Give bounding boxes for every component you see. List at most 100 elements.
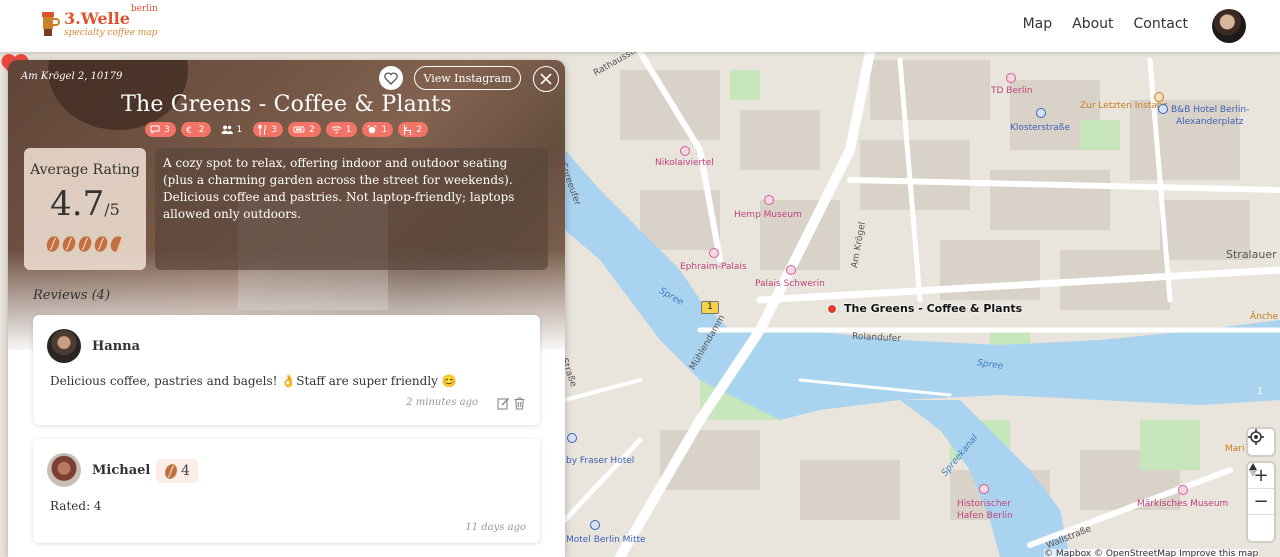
coffee-cup-icon	[40, 10, 60, 38]
main-nav: Map About Contact	[1003, 16, 1188, 32]
rating-value: 4.7	[50, 184, 105, 224]
zoom-out-button[interactable]: −	[1248, 489, 1274, 515]
favorite-button[interactable]	[379, 66, 403, 90]
review-rating-value: 4	[181, 463, 190, 479]
reviewer-avatar	[47, 453, 81, 487]
cutlery-icon	[258, 124, 267, 135]
coffee-bean-icon	[165, 463, 177, 479]
map-label-fraser-hotel: by Fraser Hotel	[566, 456, 635, 466]
map-label-hemp-museum: Hemp Museum	[734, 210, 802, 220]
rating-max: /5	[104, 200, 120, 219]
cafe-address: Am Krögel 2, 10179	[21, 71, 123, 82]
alarm-icon	[367, 125, 378, 134]
badge-food-value: 3	[271, 124, 277, 135]
museum-marker-icon[interactable]	[1178, 485, 1188, 495]
rating-score: 4.7/5	[24, 184, 146, 224]
reviewer-name: Hanna	[92, 339, 141, 354]
hotel-marker-icon[interactable]	[567, 433, 577, 443]
map-label-motel-one: Motel Berlin Mitte	[566, 535, 646, 545]
badge-seating-value: 2	[309, 124, 315, 135]
trash-icon	[514, 397, 525, 410]
badge-price-value: 2	[198, 124, 205, 135]
coffee-bean-icon	[46, 236, 60, 252]
map-label-ephraim-palais: Ephraim-Palais	[680, 262, 747, 272]
hotel-marker-icon[interactable]	[590, 520, 600, 530]
badge-chair: 2	[398, 122, 428, 137]
transit-stop-icon[interactable]	[1036, 108, 1046, 118]
chair-icon	[404, 124, 412, 135]
museum-marker-icon[interactable]	[709, 248, 719, 258]
route-shield-badge: 1	[701, 301, 719, 314]
heart-icon	[384, 71, 398, 85]
cafe-detail-panel: Am Krögel 2, 10179 View Instagram The Gr…	[8, 60, 565, 557]
map-attribution[interactable]: © Mapbox © OpenStreetMap Improve this ma…	[1044, 549, 1259, 557]
nav-contact-link[interactable]: Contact	[1134, 16, 1188, 32]
cluster-count: 1	[1256, 386, 1264, 397]
amenity-badges: 3 € 2 1 3 2 1 1 2	[8, 122, 565, 137]
nav-about-link[interactable]: About	[1072, 16, 1113, 32]
edit-icon	[497, 398, 509, 410]
zoom-controls: + −	[1248, 463, 1274, 541]
rating-label: Average Rating	[30, 162, 140, 178]
svg-text:€: €	[186, 126, 192, 134]
site-logo[interactable]: 3.Welle berlin specialty coffee map	[40, 4, 158, 42]
cafe-map-label[interactable]: The Greens - Coffee & Plants	[844, 302, 1022, 315]
top-header: 3.Welle berlin specialty coffee map Map …	[0, 0, 1280, 52]
map-label-stralauer: Stralauer	[1226, 248, 1277, 261]
coffee-bean-icon	[94, 236, 108, 252]
rating-beans	[46, 235, 124, 253]
edit-review-button[interactable]	[497, 395, 510, 414]
cafe-title: The Greens - Coffee & Plants	[121, 92, 452, 117]
poi-marker-icon[interactable]	[786, 265, 796, 275]
nav-map-link[interactable]: Map	[1023, 16, 1053, 32]
map-label-td-berlin: TD Berlin	[991, 86, 1033, 96]
geolocate-button[interactable]	[1248, 429, 1274, 455]
review-card: Hanna Delicious coffee, pastries and bag…	[33, 315, 540, 425]
badge-chat: 3	[145, 122, 176, 137]
museum-marker-icon[interactable]	[764, 195, 774, 205]
map-label-zur-letzten-instanz: Zur Letzten Instanz	[1080, 101, 1168, 111]
chat-icon	[150, 125, 160, 134]
crosshair-icon	[1248, 429, 1264, 445]
cafe-description: A cozy spot to relax, offering indoor an…	[155, 148, 548, 270]
badge-food: 3	[253, 122, 283, 137]
review-text: Delicious coffee, pastries and bagels! 👌…	[50, 374, 457, 388]
review-rating: 4	[156, 459, 198, 483]
review-text: Rated: 4	[50, 499, 102, 513]
map-label-hafen-berlin: Hafen Berlin	[957, 511, 1013, 521]
user-avatar[interactable]	[1212, 9, 1246, 43]
coffee-bean-half-icon	[110, 236, 124, 252]
reviews-heading: Reviews (4)	[33, 288, 111, 303]
badge-price: € 2	[180, 122, 211, 137]
view-instagram-button[interactable]: View Instagram	[414, 66, 521, 90]
badge-chair-value: 2	[416, 124, 422, 135]
logo-city: berlin	[130, 4, 158, 14]
map-label-klosterstrasse: Klosterstraße	[1010, 123, 1071, 133]
review-card: Michael 4 Rated: 4 11 days ago	[33, 439, 540, 543]
badge-wifi: 1	[325, 122, 358, 137]
map-label-palais-schwerin: Palais Schwerin	[755, 279, 825, 289]
compass-button[interactable]	[1248, 463, 1274, 541]
review-timestamp: 11 days ago	[465, 522, 526, 533]
museum-marker-icon[interactable]	[979, 484, 989, 494]
hotel-marker-icon[interactable]	[1158, 104, 1168, 114]
close-icon	[540, 73, 552, 85]
badge-wifi-value: 1	[345, 124, 352, 135]
reviewer-name: Michael	[92, 463, 151, 478]
people-icon	[221, 125, 233, 134]
badge-noise-value: 1	[381, 124, 388, 135]
coffee-bean-icon	[62, 236, 76, 252]
badge-chat-value: 3	[164, 124, 170, 135]
poi-marker-icon[interactable]	[680, 146, 690, 156]
badge-noise: 1	[362, 122, 394, 137]
map-label-historischer: Historischer	[957, 499, 1011, 509]
cafe-location-marker[interactable]	[827, 304, 837, 314]
average-rating-box: Average Rating 4.7/5	[24, 148, 146, 270]
delete-review-button[interactable]	[514, 395, 525, 414]
reviewer-avatar	[47, 329, 81, 363]
map-label-bb-hotel: B&B Hotel Berlin-	[1171, 105, 1250, 115]
poi-marker-icon[interactable]	[1006, 73, 1016, 83]
map-label-alexanderplatz: Alexanderplatz	[1176, 117, 1244, 127]
close-panel-button[interactable]	[533, 66, 559, 92]
map-label-nikolaiviertel: Nikolaiviertel	[655, 158, 714, 168]
